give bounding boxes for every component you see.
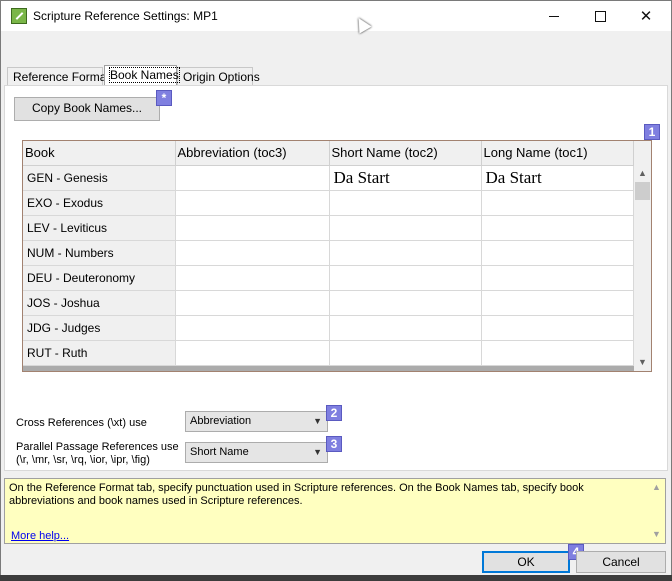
marker-star: *: [156, 90, 172, 106]
short-name-cell[interactable]: [329, 340, 482, 366]
table-row: JOS - Joshua: [23, 290, 634, 316]
marker-1: 1: [644, 124, 660, 140]
tab-origin-options[interactable]: Origin Options: [177, 67, 260, 85]
cross-references-value: Abbreviation: [190, 415, 252, 427]
short-name-cell[interactable]: [329, 290, 482, 316]
grid-header-corner: [634, 141, 651, 165]
grid-header-row: Book Abbreviation (toc3) Short Name (toc…: [23, 141, 634, 166]
window-title: Scripture Reference Settings: MP1: [33, 9, 218, 23]
table-row: RUT - Ruth: [23, 340, 634, 366]
close-icon: ✕: [639, 8, 653, 25]
short-name-cell[interactable]: Da Start: [329, 165, 482, 191]
long-name-cell[interactable]: [481, 340, 634, 366]
maximize-icon: [594, 10, 606, 22]
short-name-cell[interactable]: [329, 215, 482, 241]
long-name-cell[interactable]: Da Start: [481, 165, 634, 191]
abbreviation-cell[interactable]: [175, 215, 330, 241]
tab-reference-format[interactable]: Reference Format: [7, 67, 110, 85]
scroll-up-icon[interactable]: ▲: [634, 165, 651, 182]
long-name-cell[interactable]: [481, 290, 634, 316]
title-bar: Scripture Reference Settings: MP1 ✕: [1, 1, 671, 34]
table-row: DEU - Deuteronomy: [23, 265, 634, 291]
close-button[interactable]: ✕: [623, 1, 669, 31]
scroll-down-icon[interactable]: ▼: [634, 354, 651, 371]
scroll-up-icon[interactable]: ▲: [648, 479, 665, 496]
parallel-passage-markers-label: (\r, \mr, \sr, \rq, \ior, \ipr, \fig): [16, 454, 150, 466]
help-text: On the Reference Format tab, specify pun…: [9, 482, 584, 507]
scroll-down-icon[interactable]: ▼: [648, 526, 665, 543]
dialog-window: Scripture Reference Settings: MP1 ✕ Refe…: [0, 0, 672, 581]
book-cell: LEV - Leviticus: [23, 215, 176, 241]
chevron-down-icon: ▼: [313, 416, 322, 426]
ok-button[interactable]: OK: [482, 551, 570, 573]
minimize-button[interactable]: [531, 1, 577, 31]
book-cell: GEN - Genesis: [23, 165, 176, 191]
long-name-cell[interactable]: [481, 190, 634, 216]
grid-vertical-scrollbar[interactable]: ▲ ▼: [634, 165, 651, 371]
parallel-passage-label: Parallel Passage References use: [16, 441, 179, 453]
tab-book-names[interactable]: Book Names: [104, 65, 180, 85]
short-name-cell[interactable]: [329, 190, 482, 216]
cancel-button[interactable]: Cancel: [576, 551, 666, 573]
book-names-table: Book Abbreviation (toc3) Short Name (toc…: [23, 141, 634, 366]
long-name-cell[interactable]: [481, 265, 634, 291]
short-name-cell[interactable]: [329, 315, 482, 341]
cross-references-label: Cross References (\xt) use: [16, 417, 147, 429]
book-cell: JOS - Joshua: [23, 290, 176, 316]
abbreviation-cell[interactable]: [175, 315, 330, 341]
abbreviation-cell[interactable]: [175, 340, 330, 366]
book-names-grid: Book Abbreviation (toc3) Short Name (toc…: [22, 140, 652, 372]
book-cell: NUM - Numbers: [23, 240, 176, 266]
short-name-cell[interactable]: [329, 240, 482, 266]
column-header-long-name[interactable]: Long Name (toc1): [481, 141, 634, 166]
abbreviation-cell[interactable]: [175, 265, 330, 291]
app-icon: [11, 8, 27, 24]
book-cell: RUT - Ruth: [23, 340, 176, 366]
long-name-cell[interactable]: [481, 240, 634, 266]
more-help-link[interactable]: More help...: [11, 530, 69, 543]
abbreviation-cell[interactable]: [175, 165, 330, 191]
long-name-cell[interactable]: [481, 315, 634, 341]
parallel-passage-select[interactable]: Short Name ▼: [185, 442, 328, 463]
maximize-button[interactable]: [577, 1, 623, 31]
abbreviation-cell[interactable]: [175, 190, 330, 216]
table-row: EXO - Exodus: [23, 190, 634, 216]
background-window-edge: [0, 575, 672, 581]
abbreviation-cell[interactable]: [175, 240, 330, 266]
help-box: On the Reference Format tab, specify pun…: [4, 478, 666, 544]
table-row: GEN - Genesis Da Start Da Start: [23, 165, 634, 191]
copy-book-names-button[interactable]: Copy Book Names...: [14, 97, 160, 121]
table-row: JDG - Judges: [23, 315, 634, 341]
help-scrollbar[interactable]: ▲ ▼: [648, 479, 665, 543]
column-header-abbreviation[interactable]: Abbreviation (toc3): [175, 141, 330, 166]
book-cell: JDG - Judges: [23, 315, 176, 341]
marker-3: 3: [326, 436, 342, 452]
long-name-cell[interactable]: [481, 215, 634, 241]
scrollbar-thumb[interactable]: [635, 182, 650, 200]
mouse-cursor-icon: [352, 14, 372, 34]
abbreviation-cell[interactable]: [175, 290, 330, 316]
book-cell: DEU - Deuteronomy: [23, 265, 176, 291]
column-header-book[interactable]: Book: [23, 141, 176, 166]
cross-references-select[interactable]: Abbreviation ▼: [185, 411, 328, 432]
short-name-cell[interactable]: [329, 265, 482, 291]
table-row: NUM - Numbers: [23, 240, 634, 266]
minimize-icon: [549, 15, 559, 17]
book-cell: EXO - Exodus: [23, 190, 176, 216]
marker-2: 2: [326, 405, 342, 421]
column-header-short-name[interactable]: Short Name (toc2): [329, 141, 482, 166]
chevron-down-icon: ▼: [313, 447, 322, 457]
table-row: LEV - Leviticus: [23, 215, 634, 241]
parallel-passage-value: Short Name: [190, 446, 249, 458]
